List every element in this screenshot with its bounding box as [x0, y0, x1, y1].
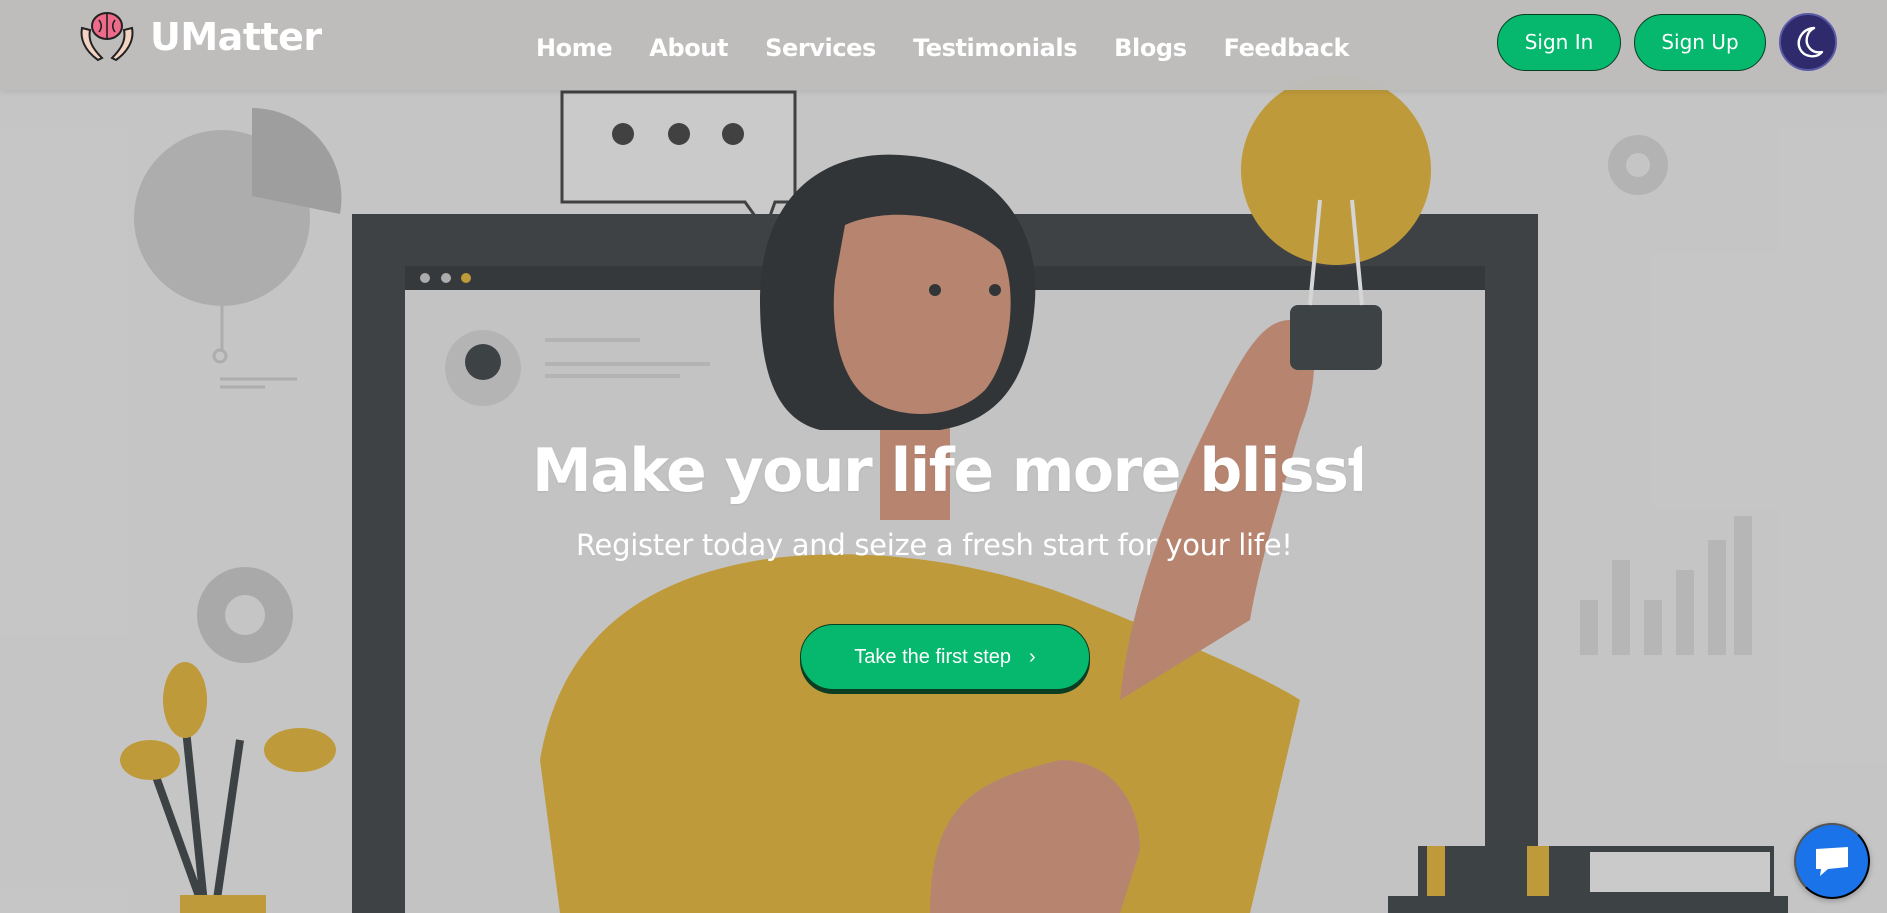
take-first-step-button[interactable]: Take the first step ›: [800, 624, 1090, 690]
main-nav: Home About Services Testimonials Blogs F…: [536, 34, 1386, 62]
moon-icon: [1797, 26, 1824, 58]
navbar: UMatter Home About Services Testimonials…: [0, 0, 1887, 90]
theme-toggle-button[interactable]: [1779, 13, 1837, 71]
chat-bubble-icon: [1816, 847, 1848, 876]
auth-controls: Sign In Sign Up: [1497, 13, 1837, 71]
sign-up-button[interactable]: Sign Up: [1634, 13, 1766, 71]
nav-blogs[interactable]: Blogs: [1114, 34, 1187, 62]
hero-subtitle: Register today and seize a fresh start f…: [576, 528, 1293, 562]
sign-in-button[interactable]: Sign In: [1497, 13, 1621, 71]
nav-services[interactable]: Services: [765, 34, 876, 62]
brand-name: UMatter: [150, 15, 322, 59]
chat-launcher-button[interactable]: [1794, 823, 1870, 899]
brain-in-hands-icon: [80, 12, 134, 62]
nav-about[interactable]: About: [649, 34, 728, 62]
nav-home[interactable]: Home: [536, 34, 613, 62]
hero-content: Make your life more blissfu Register tod…: [0, 0, 1887, 913]
nav-testimonials[interactable]: Testimonials: [913, 34, 1078, 62]
hero-title: Make your life more blissfu: [532, 436, 1362, 506]
cta-label: Take the first step: [854, 645, 1012, 668]
chevron-right-icon: ›: [1029, 645, 1036, 668]
nav-feedback[interactable]: Feedback: [1224, 34, 1350, 62]
brand[interactable]: UMatter: [76, 8, 322, 66]
